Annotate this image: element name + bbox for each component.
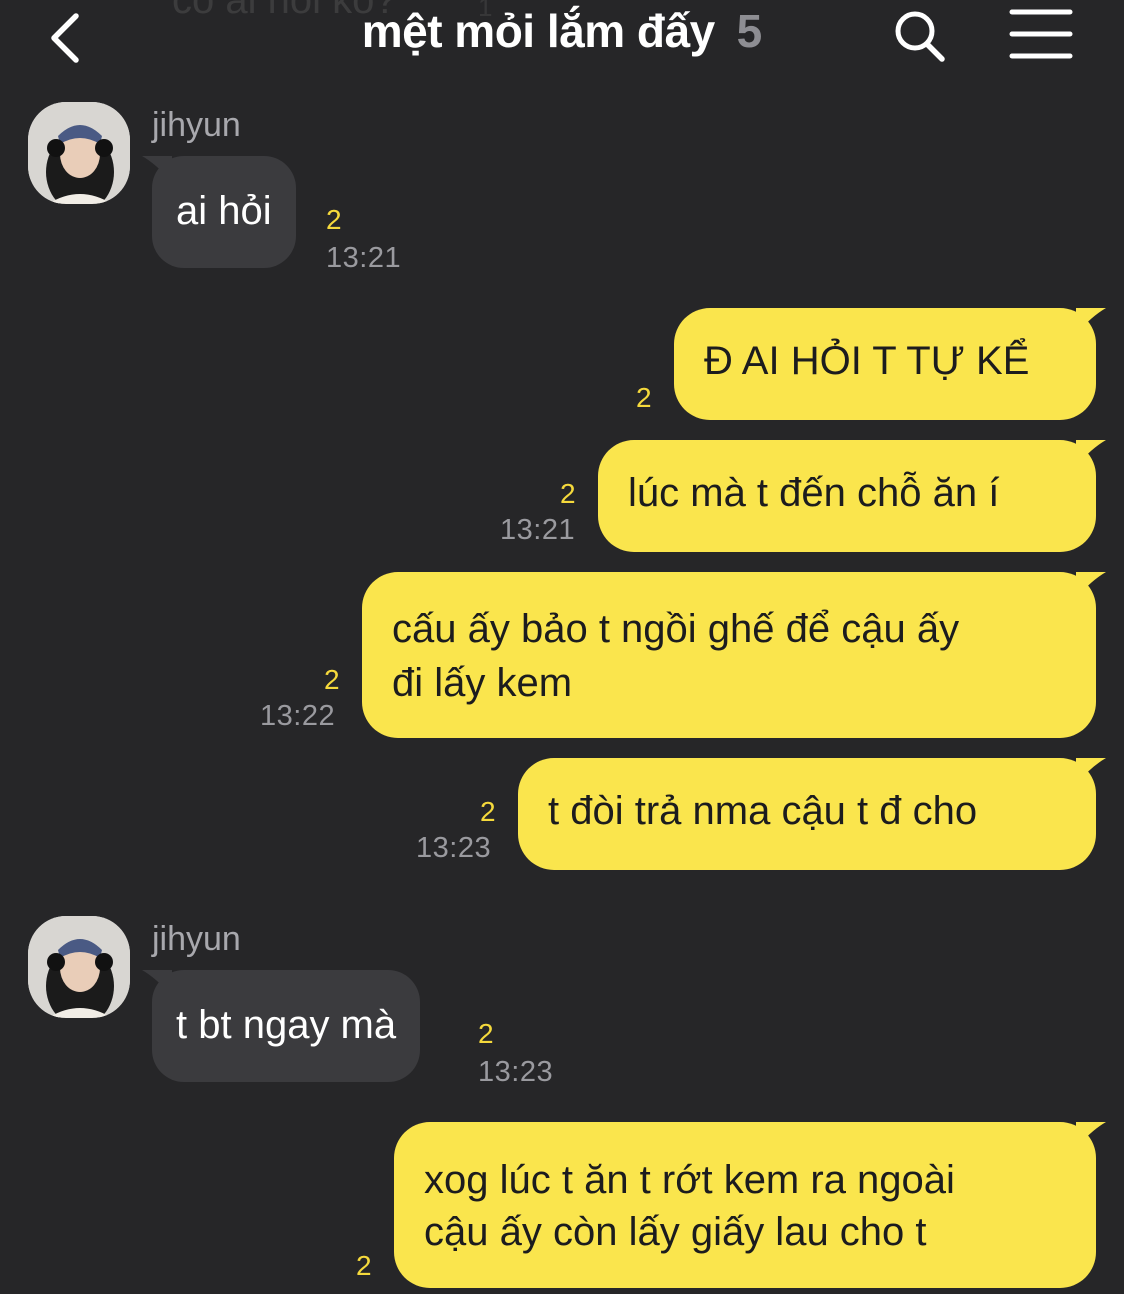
sender-name: jihyun [152,920,241,958]
message-time: 13:23 [416,832,492,864]
bubble-tail [1076,1122,1106,1148]
message-text: t bt ngay mà [176,1003,397,1047]
unread-count: 2 [636,382,652,413]
bubble-tail [1076,308,1106,334]
chat-header: có ai hỏi ko? 1 mệt mỏi lắm đấy 5 [0,0,1124,78]
message-text-line: cấu ấy bảo t ngồi ghế để cậu ấy [392,607,960,651]
search-button[interactable] [888,4,952,68]
message-time: 13:21 [326,242,402,274]
member-count: 5 [736,5,763,57]
message-text-line: cậu ấy còn lấy giấy lau cho t [424,1210,927,1254]
outgoing-message-bubble[interactable]: xog lúc t ăn t rớt kem ra ngoài cậu ấy c… [394,1122,1106,1288]
message-time: 13:22 [260,700,336,732]
message-time: 13:21 [500,514,576,546]
bubble-tail [1076,572,1106,598]
outgoing-message-bubble[interactable]: lúc mà t đến chỗ ăn í [598,440,1106,552]
unread-count: 2 [478,1018,494,1049]
sender-name: jihyun [152,106,241,144]
message-time: 13:23 [478,1056,554,1088]
profile-photo [28,916,130,1018]
chat-title-group[interactable]: mệt mỏi lắm đấy 5 [0,4,1124,58]
outgoing-message-bubble[interactable]: t đòi trả nma cậu t đ cho [518,758,1106,870]
bubble-tail [1076,758,1106,784]
avatar[interactable] [28,916,130,1018]
message-text-line: xog lúc t ăn t rớt kem ra ngoài [424,1158,955,1202]
incoming-message-bubble[interactable]: ai hỏi [142,156,296,268]
unread-count: 2 [324,664,340,695]
message-text: t đòi trả nma cậu t đ cho [548,789,978,833]
bubble-tail [1076,440,1106,466]
message-text: ai hỏi [176,189,272,233]
outgoing-message-bubble[interactable]: cấu ấy bảo t ngồi ghế để cậu ấy đi lấy k… [362,572,1106,738]
incoming-message-bubble[interactable]: t bt ngay mà [142,970,421,1082]
avatar[interactable] [28,102,130,204]
unread-count: 2 [326,204,342,235]
profile-photo [28,102,130,204]
outgoing-message-bubble[interactable]: Đ AI HỎI T TỰ KỂ [674,308,1106,420]
menu-button[interactable] [1006,6,1076,62]
hamburger-menu-icon [1009,9,1073,59]
unread-count: 2 [560,478,576,509]
message-text: lúc mà t đến chỗ ăn í [628,471,1000,515]
unread-count: 2 [356,1250,372,1281]
search-icon [895,11,945,62]
chat-title: mệt mỏi lắm đấy [361,5,715,57]
unread-count: 2 [480,796,496,827]
bubble-tail [142,970,172,996]
message-text: Đ AI HỎI T TỰ KỂ [704,339,1030,383]
message-text-line: đi lấy kem [392,661,573,705]
bubble-tail [142,156,172,182]
